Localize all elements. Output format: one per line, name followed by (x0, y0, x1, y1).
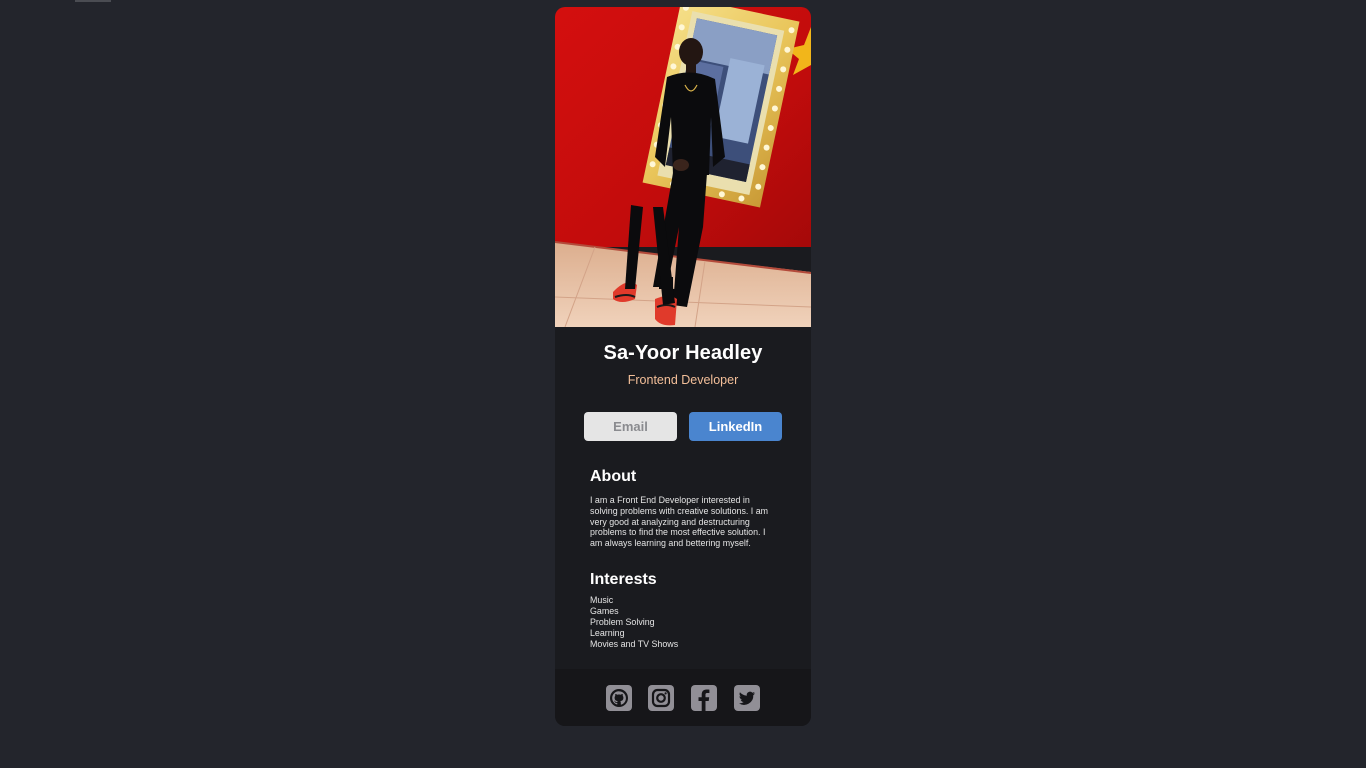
list-item: Problem Solving (590, 617, 655, 627)
about-title: About (590, 468, 637, 485)
profile-card: Sa-Yoor Headley Frontend Developer Email… (555, 7, 811, 726)
facebook-icon (691, 685, 717, 711)
linkedin-button[interactable]: LinkedIn (689, 412, 782, 441)
list-item: Games (590, 606, 619, 616)
social-footer (555, 669, 811, 726)
twitter-link[interactable] (734, 685, 760, 711)
list-item: Learning (590, 628, 625, 638)
profile-role: Frontend Developer (627, 373, 739, 387)
interests-title: Interests (590, 571, 657, 588)
list-item: Movies and TV Shows (590, 639, 679, 649)
list-item: Music (590, 595, 614, 605)
twitter-icon (734, 685, 760, 711)
github-link[interactable] (606, 685, 632, 711)
github-icon (606, 685, 632, 711)
email-button[interactable]: Email (584, 412, 677, 441)
instagram-icon (648, 685, 674, 711)
profile-name: Sa-Yoor Headley (603, 342, 763, 364)
interests-list: Music Games Problem Solving Learning Mov… (590, 595, 678, 650)
facebook-link[interactable] (691, 685, 717, 711)
corner-tab (75, 0, 111, 2)
instagram-link[interactable] (648, 685, 674, 711)
about-text: I am a Front End Developer interested in… (590, 495, 769, 549)
profile-photo (555, 7, 811, 327)
